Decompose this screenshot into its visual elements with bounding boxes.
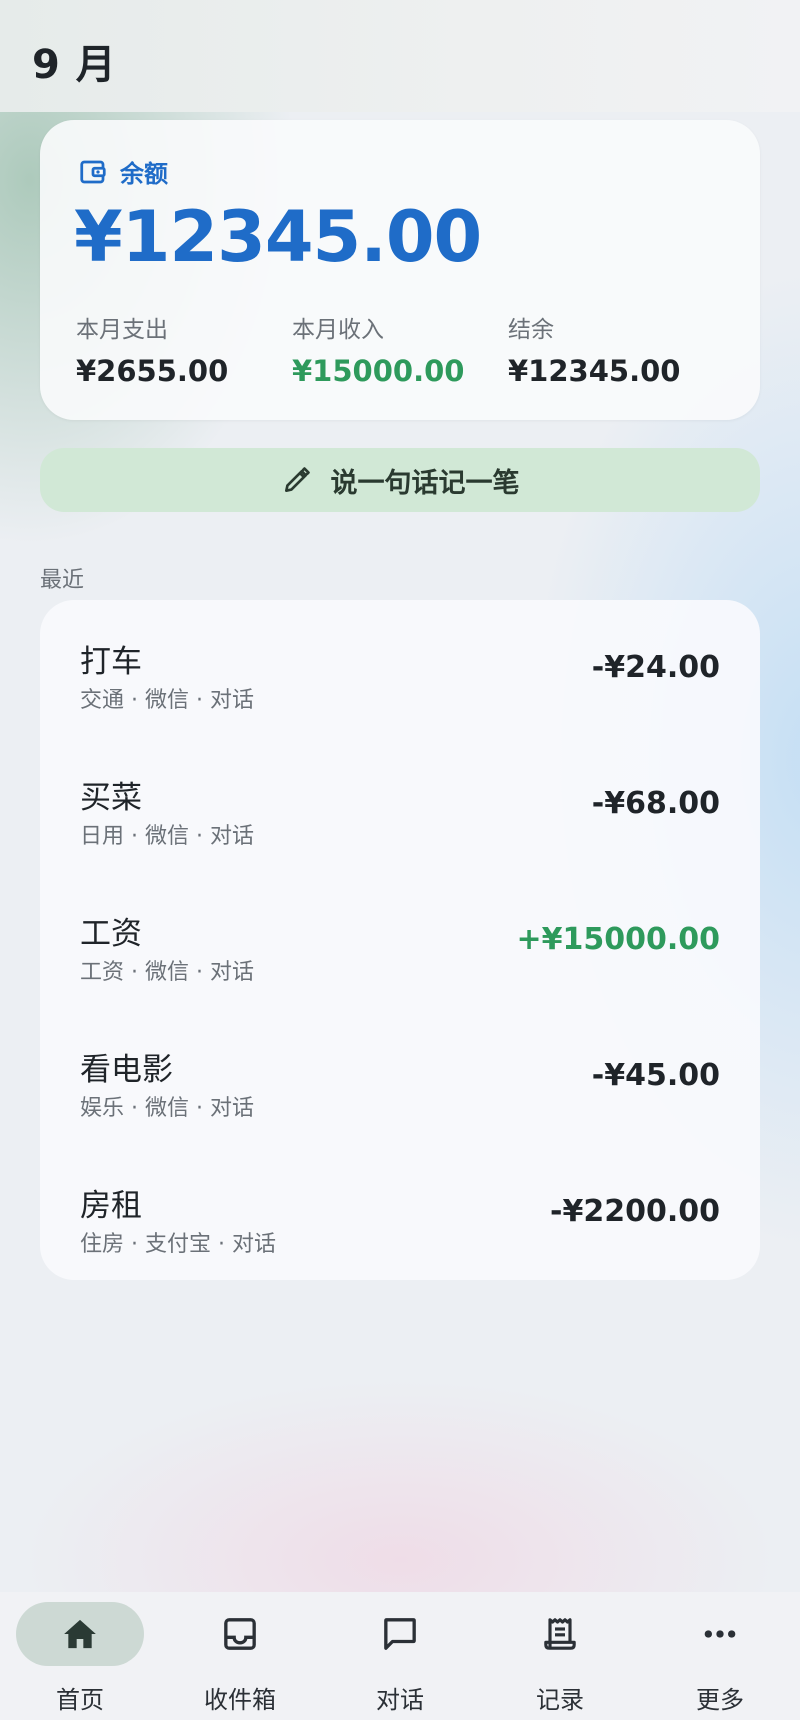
- nav-label: 首页: [56, 1686, 104, 1714]
- transaction-title: 打车: [80, 644, 142, 680]
- stat-label: 本月收入: [292, 317, 384, 343]
- month-title[interactable]: 9 月: [32, 32, 117, 90]
- transaction-title: 看电影: [80, 1052, 173, 1088]
- transaction-meta: 工资 · 微信 · 对话: [80, 960, 254, 985]
- pencil-icon: [284, 467, 310, 492]
- more-icon: [704, 1630, 736, 1638]
- nav-label: 记录: [536, 1686, 584, 1714]
- balance-label: 余额: [120, 160, 168, 188]
- home-icon: [64, 1619, 96, 1649]
- transaction-meta: 日用 · 微信 · 对话: [80, 824, 254, 849]
- nav-item-records[interactable]: 记录: [480, 1592, 640, 1720]
- voice-record-label: 说一句话记一笔: [330, 467, 520, 499]
- transaction-item[interactable]: 买菜 日用 · 微信 · 对话 -¥68.00: [40, 736, 760, 849]
- balance-amount: ¥12345.00: [74, 196, 482, 278]
- transaction-amount: -¥45.00: [591, 1058, 720, 1093]
- balance-card: 余额 ¥12345.00 本月支出 ¥2655.00 本月收入 ¥15000.0…: [40, 120, 760, 420]
- nav-item-inbox[interactable]: 收件箱: [160, 1592, 320, 1720]
- transaction-meta: 住房 · 支付宝 · 对话: [80, 1232, 276, 1257]
- stat-value: ¥2655.00: [76, 354, 229, 388]
- nav-item-home[interactable]: 首页: [0, 1592, 160, 1720]
- transaction-amount: -¥2200.00: [550, 1194, 720, 1229]
- wallet-icon: [80, 160, 106, 183]
- transaction-title: 工资: [80, 916, 142, 952]
- transaction-item[interactable]: 看电影 娱乐 · 微信 · 对话 -¥45.00: [40, 1008, 760, 1121]
- transaction-amount: +¥15000.00: [516, 922, 720, 957]
- nav-item-chat[interactable]: 对话: [320, 1592, 480, 1720]
- stat-label: 本月支出: [76, 317, 168, 343]
- stat-label: 结余: [508, 317, 554, 343]
- balance-label-row: 余额: [78, 154, 168, 189]
- recent-transactions-list: 打车 交通 · 微信 · 对话 -¥24.00 买菜 日用 · 微信 · 对话 …: [40, 600, 760, 1280]
- stat-value: ¥15000.00: [292, 354, 465, 388]
- receipt-icon: [544, 1618, 576, 1650]
- transaction-meta: 交通 · 微信 · 对话: [80, 688, 254, 713]
- inbox-icon: [224, 1618, 256, 1650]
- stat-remaining: 结余 ¥12345.00: [508, 310, 680, 388]
- transaction-amount: -¥68.00: [591, 786, 720, 821]
- stat-monthly-income: 本月收入 ¥15000.00: [292, 310, 464, 388]
- top-app-bar: 9 月: [0, 0, 800, 112]
- transaction-title: 买菜: [80, 780, 142, 816]
- transaction-item[interactable]: 工资 工资 · 微信 · 对话 +¥15000.00: [40, 872, 760, 985]
- transaction-item[interactable]: 打车 交通 · 微信 · 对话 -¥24.00: [40, 600, 760, 713]
- stat-value: ¥12345.00: [508, 354, 681, 388]
- recent-section-title: 最近: [40, 568, 85, 593]
- transaction-meta: 娱乐 · 微信 · 对话: [80, 1096, 254, 1121]
- chat-icon: [384, 1618, 416, 1650]
- nav-item-more[interactable]: 更多: [640, 1592, 800, 1720]
- bottom-navigation: 首页 收件箱 对话 记录 更多: [0, 1592, 800, 1720]
- transaction-title: 房租: [80, 1188, 142, 1224]
- transaction-amount: -¥24.00: [591, 650, 720, 685]
- nav-label: 对话: [376, 1686, 424, 1714]
- nav-label: 更多: [696, 1686, 744, 1714]
- voice-record-button[interactable]: 说一句话记一笔: [40, 448, 760, 512]
- nav-label: 收件箱: [204, 1686, 276, 1714]
- stat-monthly-expense: 本月支出 ¥2655.00: [76, 310, 228, 388]
- transaction-item[interactable]: 房租 住房 · 支付宝 · 对话 -¥2200.00: [40, 1144, 760, 1257]
